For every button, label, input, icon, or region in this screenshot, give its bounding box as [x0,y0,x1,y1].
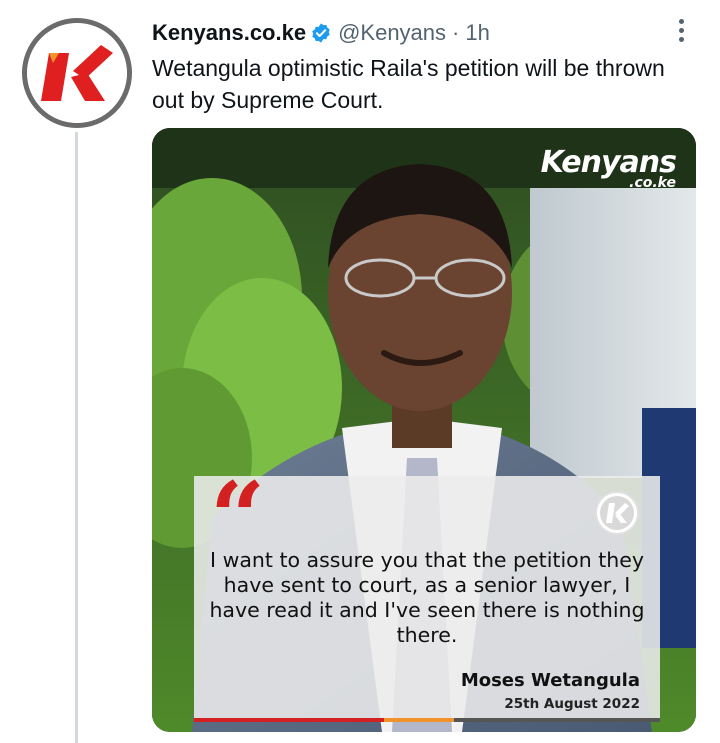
quote-author: Moses Wetangula [460,670,640,691]
kenyans-circle-logo-icon [594,490,640,536]
display-name[interactable]: Kenyans.co.ke [152,20,306,46]
tweet[interactable]: Kenyans.co.ke @Kenyans · 1h Wetangula op… [0,0,720,743]
more-dots-icon[interactable] [668,14,694,46]
timestamp[interactable]: 1h [465,20,489,46]
tweet-media-image[interactable]: Kenyans .co.ke “ I want to assure you th… [152,128,696,732]
kenyans-watermark: Kenyans .co.ke [540,145,677,191]
accent-bar-dark [454,718,660,722]
verified-badge-icon [310,22,332,44]
quote-text: I want to assure you that the petition t… [209,548,645,647]
thread-line [75,132,78,743]
tweet-header: Kenyans.co.ke @Kenyans · 1h [152,18,490,48]
quote-date: 25th August 2022 [504,696,640,712]
accent-bar-orange [384,718,454,722]
handle[interactable]: @Kenyans [338,20,446,46]
separator-dot: · [452,20,460,45]
avatar[interactable] [22,18,132,128]
kenyans-k-logo-icon [27,23,127,123]
accent-bar-red [194,718,384,722]
quote-card: “ I want to assure you that the petition… [194,470,660,722]
accent-bar [194,718,660,722]
tweet-text: Wetangula optimistic Raila's petition wi… [152,55,665,113]
watermark-main: Kenyans [540,145,677,180]
